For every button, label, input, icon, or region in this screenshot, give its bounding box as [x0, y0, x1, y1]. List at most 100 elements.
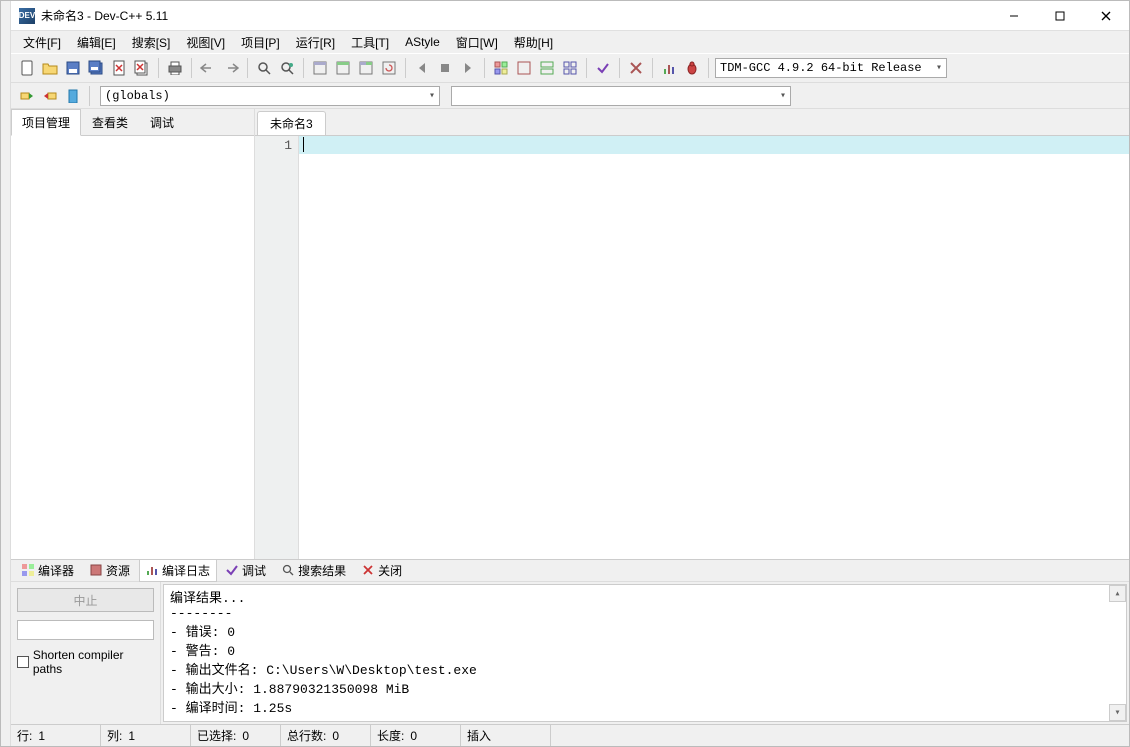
- goto-forward-icon[interactable]: [17, 86, 37, 106]
- undo-icon[interactable]: [198, 58, 218, 78]
- members-dropdown[interactable]: ▾: [451, 86, 791, 106]
- chart-icon: [146, 564, 159, 577]
- status-total-label: 总行数:: [287, 727, 326, 744]
- btab-close-label: 关闭: [378, 562, 402, 579]
- grid-icon: [22, 564, 35, 577]
- save-all-icon[interactable]: [86, 58, 106, 78]
- debug-back-icon[interactable]: [412, 58, 432, 78]
- find-icon[interactable]: [254, 58, 274, 78]
- editor-panel: 未命名3 1: [255, 109, 1129, 559]
- chevron-down-icon: ▾: [774, 90, 786, 102]
- status-sel-val: 0: [242, 729, 249, 743]
- project-tree[interactable]: [11, 136, 254, 559]
- stop-button[interactable]: 中止: [17, 588, 154, 612]
- globals-value: (globals): [105, 89, 170, 103]
- close-icon: [362, 564, 375, 577]
- check-icon[interactable]: [593, 58, 613, 78]
- run-icon[interactable]: [333, 58, 353, 78]
- main-toolbar: TDM-GCC 4.9.2 64-bit Release ▾: [11, 53, 1129, 83]
- secondary-toolbar: (globals) ▾ ▾: [11, 83, 1129, 109]
- btab-compile-log-label: 编译日志: [162, 562, 210, 579]
- compiler-dropdown[interactable]: TDM-GCC 4.9.2 64-bit Release ▾: [715, 58, 947, 78]
- btab-compile-log[interactable]: 编译日志: [139, 559, 217, 582]
- grid2-icon[interactable]: [514, 58, 534, 78]
- btab-compiler[interactable]: 编译器: [15, 559, 81, 582]
- btab-search-label: 搜索结果: [298, 562, 346, 579]
- btab-resources-label: 资源: [106, 562, 130, 579]
- resource-icon: [90, 564, 103, 577]
- menu-file[interactable]: 文件[F]: [17, 32, 67, 53]
- line-number: 1: [255, 138, 292, 153]
- current-line-highlight: [299, 136, 1129, 154]
- compiler-filter-input[interactable]: [17, 620, 154, 640]
- btab-resources[interactable]: 资源: [83, 559, 137, 582]
- close-file-icon[interactable]: [109, 58, 129, 78]
- bottom-panel: 编译器 资源 编译日志 调试 搜索结果 关闭: [11, 559, 1129, 724]
- new-file-icon[interactable]: [17, 58, 37, 78]
- menu-view[interactable]: 视图[V]: [180, 32, 231, 53]
- status-col-label: 列:: [107, 727, 122, 744]
- app-icon: DEV: [19, 8, 35, 24]
- scroll-up-icon[interactable]: ▴: [1109, 585, 1126, 602]
- close-button[interactable]: [1083, 1, 1129, 31]
- print-icon[interactable]: [165, 58, 185, 78]
- scroll-down-icon[interactable]: ▾: [1109, 704, 1126, 721]
- bug-icon[interactable]: [682, 58, 702, 78]
- editor-tab[interactable]: 未命名3: [257, 111, 326, 135]
- menu-run[interactable]: 运行[R]: [290, 32, 341, 53]
- grid1-icon[interactable]: [491, 58, 511, 78]
- bookmark-icon[interactable]: [63, 86, 83, 106]
- tab-debug[interactable]: 调试: [139, 109, 185, 135]
- menubar: 文件[F] 编辑[E] 搜索[S] 视图[V] 项目[P] 运行[R] 工具[T…: [11, 31, 1129, 53]
- minimize-button[interactable]: [991, 1, 1037, 31]
- menu-tools[interactable]: 工具[T]: [345, 32, 395, 53]
- menu-window[interactable]: 窗口[W]: [450, 32, 504, 53]
- rebuild-icon[interactable]: [379, 58, 399, 78]
- globals-dropdown[interactable]: (globals) ▾: [100, 86, 440, 106]
- maximize-button[interactable]: [1037, 1, 1083, 31]
- open-icon[interactable]: [40, 58, 60, 78]
- debug-stop-icon[interactable]: [435, 58, 455, 78]
- status-insert: 插入: [467, 727, 491, 744]
- status-sel-label: 已选择:: [197, 727, 236, 744]
- delete-icon[interactable]: [626, 58, 646, 78]
- grid4-icon[interactable]: [560, 58, 580, 78]
- btab-debug-label: 调试: [242, 562, 266, 579]
- compile-log[interactable]: 编译结果... -------- - 错误: 0 - 警告: 0 - 输出文件名…: [163, 584, 1127, 722]
- statusbar: 行: 1 列: 1 已选择: 0 总行数: 0 长度: 0 插入: [11, 724, 1129, 746]
- status-len-val: 0: [410, 729, 417, 743]
- check-icon: [226, 564, 239, 577]
- search-icon: [282, 564, 295, 577]
- status-line-label: 行:: [17, 727, 32, 744]
- compile-run-icon[interactable]: [356, 58, 376, 78]
- menu-edit[interactable]: 编辑[E]: [71, 32, 122, 53]
- grid3-icon[interactable]: [537, 58, 557, 78]
- btab-close[interactable]: 关闭: [355, 559, 409, 582]
- checkbox-icon: [17, 656, 29, 668]
- code-editor[interactable]: [299, 136, 1129, 559]
- chevron-down-icon: ▾: [930, 62, 942, 74]
- status-total-val: 0: [332, 729, 339, 743]
- menu-help[interactable]: 帮助[H]: [508, 32, 559, 53]
- tab-project[interactable]: 项目管理: [11, 109, 81, 136]
- menu-astyle[interactable]: AStyle: [399, 33, 446, 51]
- close-all-icon[interactable]: [132, 58, 152, 78]
- shorten-paths-checkbox[interactable]: Shorten compiler paths: [17, 648, 154, 676]
- replace-icon[interactable]: [277, 58, 297, 78]
- compile-icon[interactable]: [310, 58, 330, 78]
- menu-search[interactable]: 搜索[S]: [126, 32, 177, 53]
- left-panel: 项目管理 查看类 调试: [11, 109, 255, 559]
- save-icon[interactable]: [63, 58, 83, 78]
- caret: [303, 137, 304, 152]
- goto-back-icon[interactable]: [40, 86, 60, 106]
- btab-compiler-label: 编译器: [38, 562, 74, 579]
- chart-icon[interactable]: [659, 58, 679, 78]
- window-title: 未命名3 - Dev-C++ 5.11: [41, 7, 991, 24]
- menu-project[interactable]: 项目[P]: [235, 32, 286, 53]
- btab-search[interactable]: 搜索结果: [275, 559, 353, 582]
- redo-icon[interactable]: [221, 58, 241, 78]
- btab-debug[interactable]: 调试: [219, 559, 273, 582]
- debug-forward-icon[interactable]: [458, 58, 478, 78]
- tab-classes[interactable]: 查看类: [81, 109, 139, 135]
- status-line-val: 1: [38, 729, 45, 743]
